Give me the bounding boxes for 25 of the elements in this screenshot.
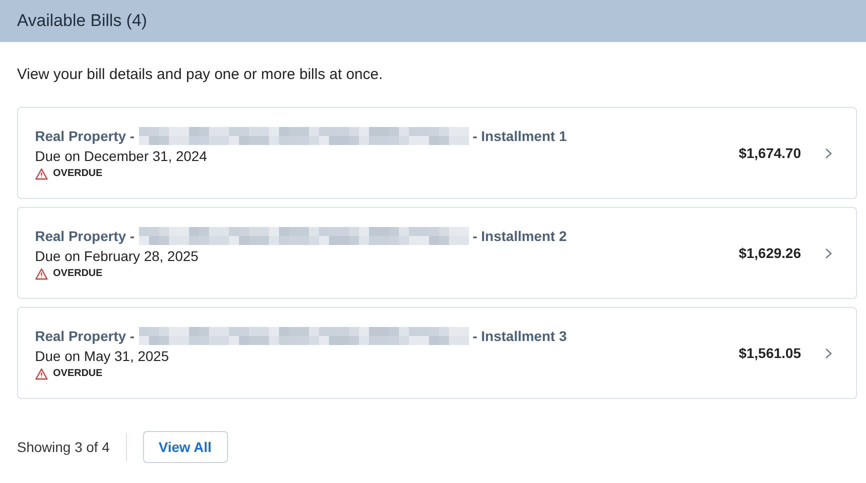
status-label: OVERDUE <box>53 368 102 379</box>
chevron-right-icon[interactable] <box>825 248 832 258</box>
page-title: Available Bills (4) <box>17 11 148 31</box>
chevron-right-icon[interactable] <box>825 148 832 158</box>
bill-amount: $1,674.70 <box>738 145 801 161</box>
due-date: Due on May 31, 2025 <box>35 348 170 364</box>
bill-title: Real Property - <box>35 128 135 144</box>
due-date: Due on December 31, 2024 <box>35 148 208 164</box>
view-all-button[interactable]: View All <box>142 431 228 463</box>
chevron-right-icon[interactable] <box>825 348 832 358</box>
bill-installment: - Installment 1 <box>472 128 567 144</box>
due-date: Due on February 28, 2025 <box>35 248 200 264</box>
bill-amount: $1,629.26 <box>738 245 801 261</box>
bill-card[interactable]: Real Property - - Installment 1 Due on December 31, 2024 OVERDUE $1,674.70 <box>17 107 857 199</box>
bill-installment: - Installment 3 <box>472 328 567 344</box>
showing-count: Showing 3 of 4 <box>17 433 127 461</box>
bill-card[interactable]: Real Property - - Installment 3 Due on May 31, 2025 OVERDUE $1,561.05 <box>17 307 857 399</box>
description-text: View your bill details and pay one or more bills at once. <box>17 66 384 83</box>
bill-title: Real Property - <box>35 228 135 244</box>
bill-amount: $1,561.05 <box>738 345 801 361</box>
bill-card[interactable]: Real Property - - Installment 2 Due on February 28, 2025 OVERDUE $1,629.26 <box>17 207 857 299</box>
status-label: OVERDUE <box>53 168 102 179</box>
bill-title: Real Property - <box>35 328 135 344</box>
bill-installment: - Installment 2 <box>472 228 567 244</box>
status-label: OVERDUE <box>53 268 102 279</box>
